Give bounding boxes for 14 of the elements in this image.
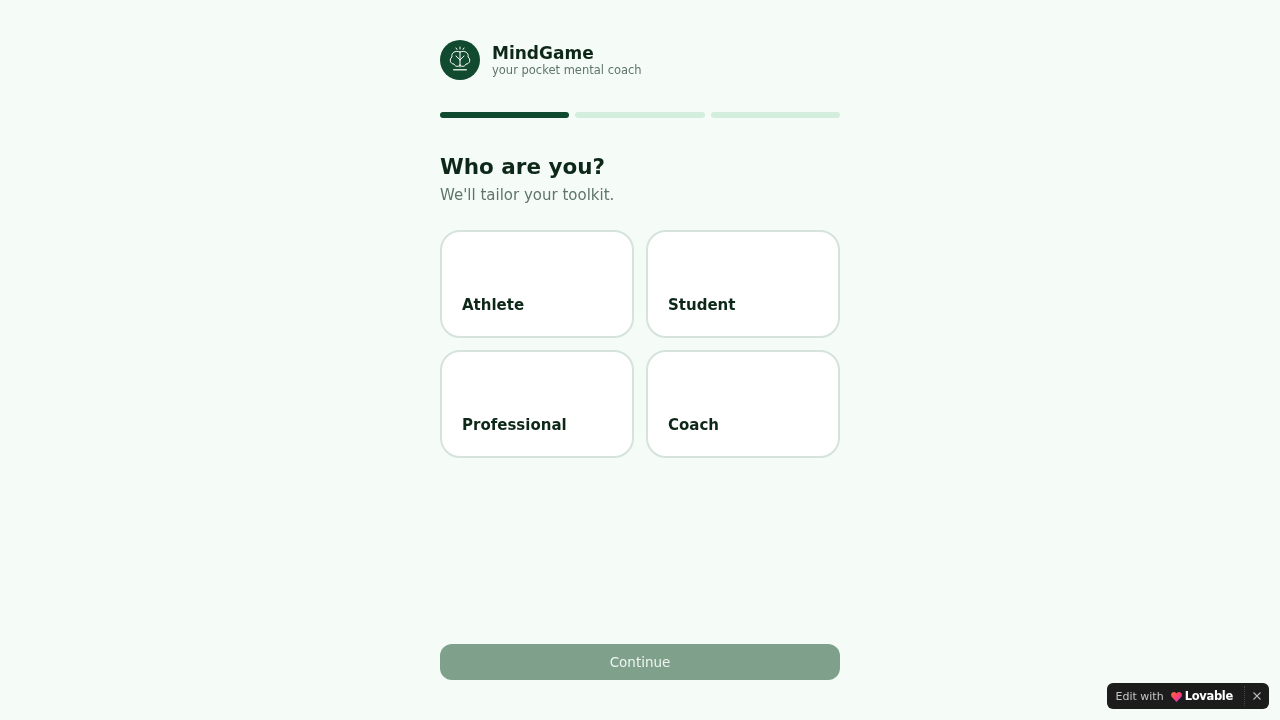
edit-with-badge[interactable]: Edit with Lovable	[1106, 683, 1269, 709]
question-title: Who are you?	[440, 153, 607, 181]
brain-logo-icon	[440, 40, 480, 80]
app-tagline: your pocket mental coach	[492, 63, 642, 77]
app-name: MindGame	[492, 43, 595, 63]
role-option-card[interactable]: Athlete	[440, 230, 634, 338]
heart-logo-icon	[1170, 690, 1182, 702]
question-subtitle: We'll tailor your toolkit.	[440, 185, 616, 206]
role-option-card[interactable]: Student	[646, 230, 840, 338]
role-option-card[interactable]: Professional	[440, 350, 634, 458]
close-icon[interactable]	[1253, 692, 1261, 700]
role-option-card[interactable]: Coach	[646, 350, 840, 458]
badge-prefix: Edit with	[1115, 689, 1164, 703]
badge-brand: Lovable	[1184, 689, 1233, 703]
